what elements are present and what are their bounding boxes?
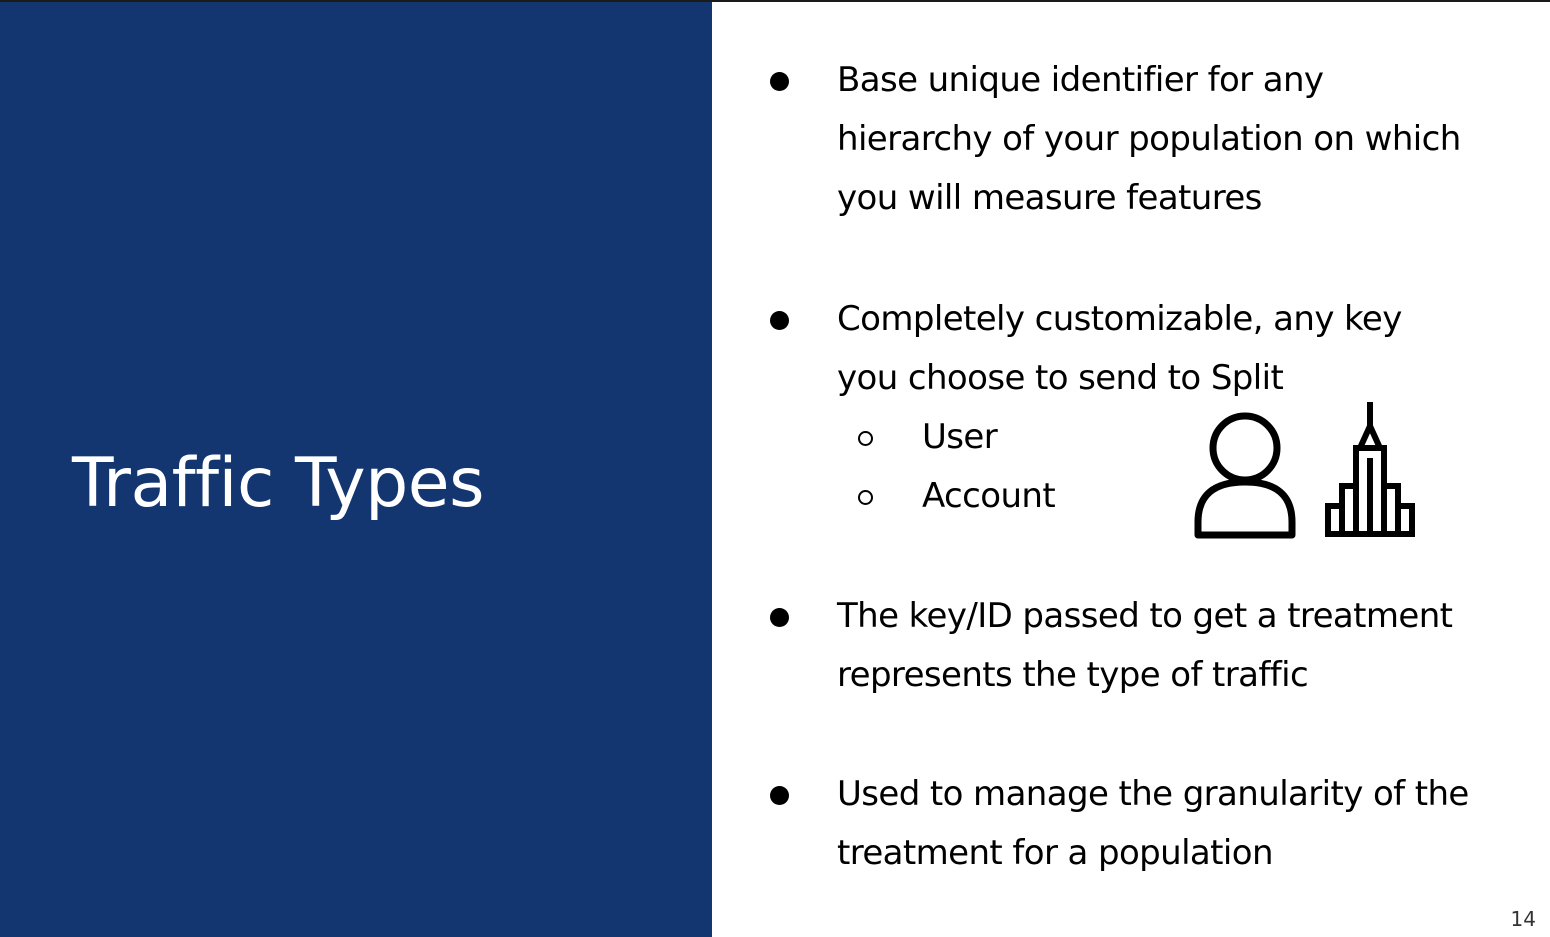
bullet-line: treatment for a population (837, 833, 1274, 873)
bullet-item-key-id: The key/ID passed to get a treatment rep… (837, 587, 1537, 705)
bullet-item-customizable: Completely customizable, any key you cho… (837, 290, 1537, 408)
bullet-line: hierarchy of your population on which (837, 119, 1461, 159)
bullet-line: you will measure features (837, 178, 1262, 218)
bullet-line: represents the type of traffic (837, 655, 1309, 695)
bullet-dot (770, 311, 789, 330)
page-number: 14 (1510, 907, 1536, 931)
sub-bullet-dot (858, 431, 873, 446)
bullet-line: Used to manage the granularity of the (837, 774, 1469, 814)
bullet-line: you choose to send to Split (837, 358, 1284, 398)
user-icon (1194, 412, 1296, 539)
title-panel: Traffic Types (0, 2, 712, 937)
sub-bullet-dot (858, 490, 873, 505)
slide: Traffic Types Base unique identifier for… (0, 0, 1550, 937)
sub-item-account: Account (922, 476, 1056, 516)
bullet-dot (770, 786, 789, 805)
bullet-dot (770, 608, 789, 627)
bullet-line: The key/ID passed to get a treatment (837, 596, 1453, 636)
bullet-item-identifier: Base unique identifier for any hierarchy… (837, 51, 1537, 228)
bullet-item-granularity: Used to manage the granularity of the tr… (837, 765, 1537, 883)
bullet-line: Completely customizable, any key (837, 299, 1402, 339)
slide-title: Traffic Types (72, 444, 485, 523)
bullet-dot (770, 72, 789, 91)
sub-item-user: User (922, 417, 998, 457)
building-icon (1325, 402, 1415, 537)
bullet-line: Base unique identifier for any (837, 60, 1324, 100)
